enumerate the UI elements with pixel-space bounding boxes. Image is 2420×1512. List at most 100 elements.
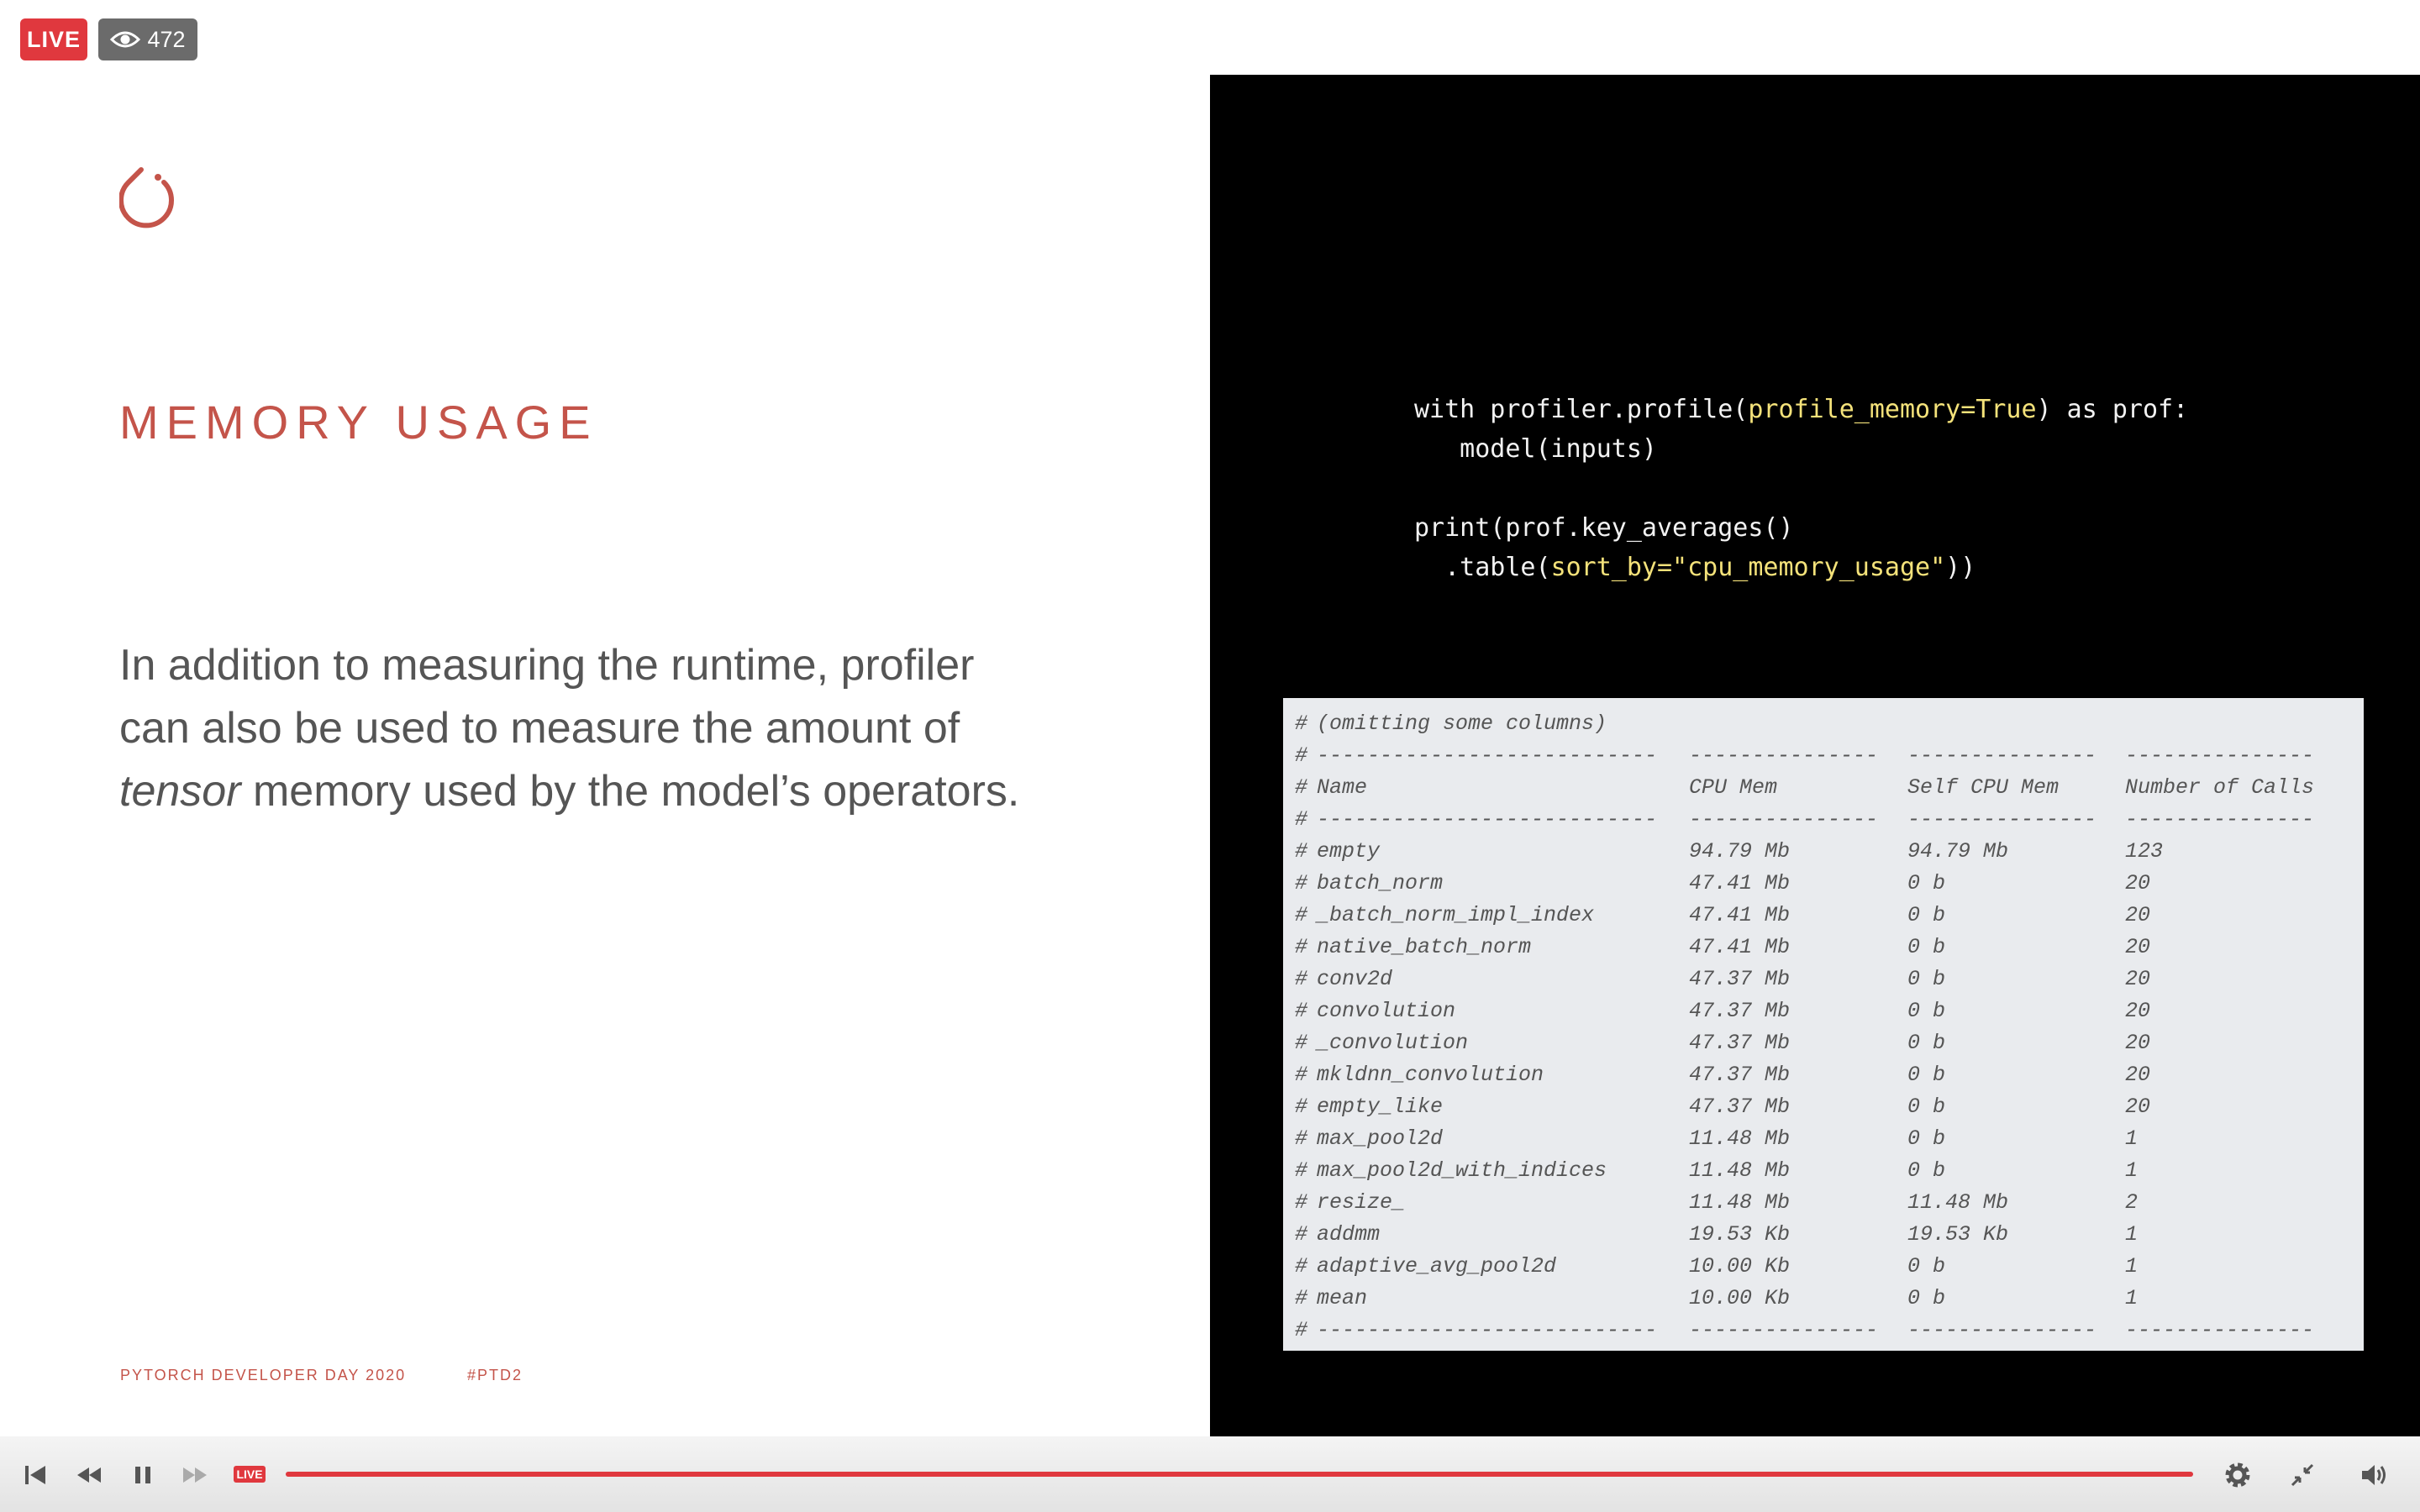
table-cell: 20 [2125,903,2151,927]
pause-icon[interactable] [128,1460,158,1490]
table-cell: 0 b [1907,1126,1946,1151]
progress-bar[interactable] [286,1472,2193,1477]
eye-icon [110,29,141,50]
table-cell: 19.53 Kb [1907,1222,2009,1247]
rewind-icon[interactable] [74,1460,104,1490]
slide-body: In addition to measuring the runtime, pr… [119,634,1170,823]
table-cell: 20 [2125,1095,2151,1119]
body-line-3: memory used by the model’s operators. [240,767,1020,816]
table-cell: 0 b [1907,903,1946,927]
body-line-1: In addition to measuring the runtime, pr… [119,641,975,690]
profiler-output-table: # (omitting some columns) # ---------------… [1283,698,2364,1351]
table-row: # _convolution 47.37 Mb 0 b 20 [1295,1027,2344,1059]
table-header: # Name CPU Mem Self CPU Mem Number of Calls [1295,772,2344,804]
table-cell: max_pool2d_with_indices [1317,1158,1607,1183]
profiler-table-text: # (omitting some columns) # ---------------… [1295,708,2344,1347]
table-cell: 1 [2125,1254,2139,1278]
table-row: # convolution 47.37 Mb 0 b 20 [1295,995,2344,1027]
table-cell: native_batch_norm [1317,935,1532,959]
table-cell: 11.48 Mb [1907,1190,2009,1215]
pytorch-logo-icon [118,164,176,231]
table-cell: 0 b [1907,999,1946,1023]
table-cell: --------------- [1689,1318,1879,1342]
table-row: # empty 94.79 Mb 94.79 Mb 123 [1295,836,2344,868]
table-cell: mkldnn_convolution [1317,1063,1544,1087]
table-cell: resize_ [1317,1190,1406,1215]
table-cell: 20 [2125,871,2151,895]
table-row: # resize_ 11.48 Mb 11.48 Mb 2 [1295,1187,2344,1219]
fast-forward-icon[interactable] [180,1460,210,1490]
table-cell: 20 [2125,999,2151,1023]
table-cell: --------------- [1689,807,1879,832]
table-cell: Name [1317,775,1368,800]
skip-back-icon[interactable] [20,1460,50,1490]
volume-icon[interactable] [2359,1460,2389,1490]
slide-title: MEMORY USAGE [119,396,598,449]
table-cell: --------------- [2125,743,2315,768]
table-cell: --------------------------- [1317,743,1658,768]
table-cell: 0 b [1907,1095,1946,1119]
table-cell: 1 [2125,1286,2139,1310]
table-cell: 20 [2125,935,2151,959]
footer-event: PYTORCH DEVELOPER DAY 2020 [120,1367,407,1383]
table-cell: convolution [1317,999,1456,1023]
table-cell: 0 b [1907,967,1946,991]
table-cell: --------------- [1907,1318,2097,1342]
table-cell: 94.79 Mb [1689,839,1791,864]
table-cell: 123 [2125,839,2164,864]
table-cell: addmm [1317,1222,1381,1247]
table-row: # mean 10.00 Kb 0 b1 [1295,1283,2344,1315]
player-controls: LIVE [0,1436,2420,1512]
table-cell: --------------- [1907,743,2097,768]
table-row: # batch_norm 47.41 Mb 0 b 20 [1295,868,2344,900]
table-cell: 20 [2125,1031,2151,1055]
progress-fill [286,1472,2193,1477]
table-cell: 20 [2125,1063,2151,1087]
table-cell: CPU Mem [1689,775,1778,800]
table-cell: empty [1317,839,1381,864]
table-row: # adaptive_avg_pool2d 10.00 Kb 0 b1 [1295,1251,2344,1283]
code-panel: with profiler.profile(profile_memory=Tru… [1210,75,2420,1436]
table-separator: # --------------------------- ------------… [1295,804,2344,836]
table-cell: 47.37 Mb [1689,1063,1791,1087]
table-cell: 0 b [1907,1063,1946,1087]
table-cell: Self CPU Mem [1907,775,2060,800]
table-cell: 10.00 Kb [1689,1286,1791,1310]
table-cell: _batch_norm_impl_index [1317,903,1595,927]
table-cell: 1 [2125,1126,2139,1151]
body-line-2: can also be used to measure the amount o… [119,704,960,753]
gear-icon[interactable] [2223,1460,2253,1490]
table-cell: 11.48 Mb [1689,1190,1791,1215]
viewer-count: 472 [147,26,186,52]
live-badge: LIVE [20,18,87,60]
collapse-icon[interactable] [2287,1460,2317,1490]
table-cell: 0 b [1907,1158,1946,1183]
table-cell: batch_norm [1317,871,1444,895]
table-cell: 47.41 Mb [1689,871,1791,895]
table-cell: 0 b [1907,1286,1946,1310]
table-cell: 1 [2125,1158,2139,1183]
table-cell: 20 [2125,967,2151,991]
table-row: # empty_like 47.37 Mb 0 b 20 [1295,1091,2344,1123]
table-cell: --------------------------- [1317,807,1658,832]
live-indicator[interactable]: LIVE [234,1466,266,1483]
table-cell: Number of Calls [2125,775,2315,800]
table-cell: empty_like [1317,1095,1444,1119]
table-cell: --------------- [2125,807,2315,832]
table-cell: 47.37 Mb [1689,967,1791,991]
table-row: # addmm 19.53 Kb 19.53 Kb 1 [1295,1219,2344,1251]
table-row: # _batch_norm_impl_index 47.41 Mb 0 b 20 [1295,900,2344,932]
table-cell: 11.48 Mb [1689,1158,1791,1183]
table-cell: 47.37 Mb [1689,1095,1791,1119]
table-cell: 47.41 Mb [1689,935,1791,959]
table-row: # native_batch_norm 47.41 Mb 0 b 20 [1295,932,2344,963]
table-cell: 94.79 Mb [1907,839,2009,864]
table-cell: 47.37 Mb [1689,1031,1791,1055]
table-cell: 47.41 Mb [1689,903,1791,927]
table-row: # conv2d 47.37 Mb 0 b 20 [1295,963,2344,995]
table-cell: 0 b [1907,1254,1946,1278]
live-label: LIVE [26,26,81,52]
table-cell: --------------- [1689,743,1879,768]
table-cell: --------------- [1907,807,2097,832]
table-cell: _convolution [1317,1031,1469,1055]
